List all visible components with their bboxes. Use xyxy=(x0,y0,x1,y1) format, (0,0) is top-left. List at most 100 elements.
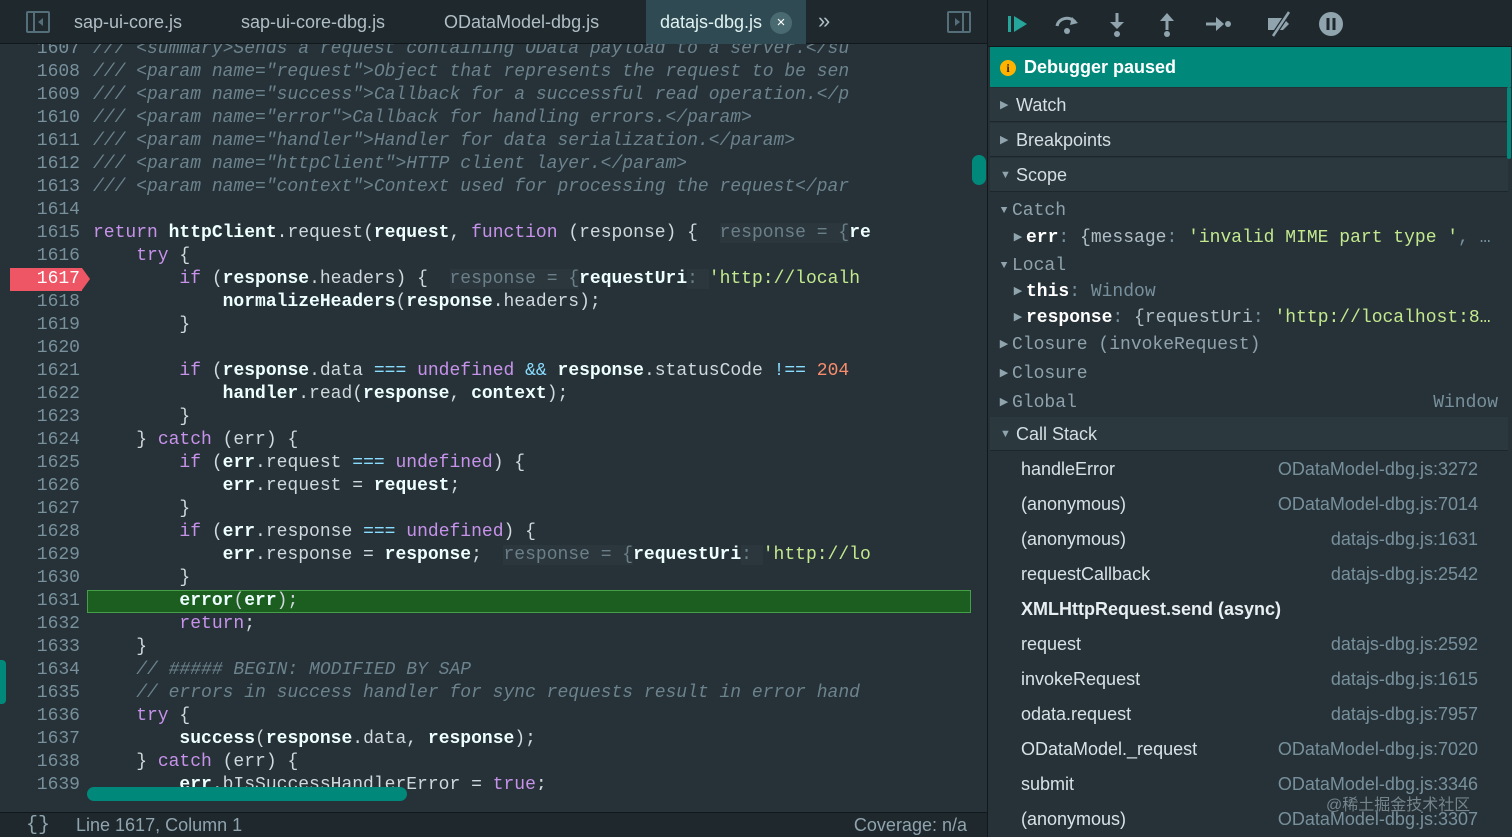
line-number[interactable]: 1639 xyxy=(10,774,82,790)
code-line[interactable]: 1611 /// <param name="handler">Handler fo… xyxy=(0,130,987,153)
resume-icon[interactable] xyxy=(1002,9,1032,39)
code-line[interactable]: 1636 try { xyxy=(0,705,987,728)
line-number[interactable]: 1630 xyxy=(10,567,82,590)
line-number[interactable]: 1624 xyxy=(10,429,82,452)
tab-odatamodel-dbg[interactable]: ODataModel-dbg.js xyxy=(430,0,613,44)
tab-datajs-dbg[interactable]: datajs-dbg.js × xyxy=(646,0,807,44)
scope-var-this[interactable]: ▶ this: Window xyxy=(990,279,1510,305)
code-line[interactable]: 1624 } catch (err) { xyxy=(0,429,987,452)
pause-on-exceptions-icon[interactable] xyxy=(1316,9,1346,39)
scope-var-err[interactable]: ▶ err: {message: 'invalid MIME part type … xyxy=(990,225,1510,251)
line-number[interactable]: 1613 xyxy=(10,176,82,199)
vertical-scrollbar[interactable] xyxy=(972,155,986,185)
call-frame[interactable]: (anonymous) datajs-dbg.js:1631 xyxy=(990,522,1508,557)
line-number[interactable]: 1627 xyxy=(10,498,82,521)
line-number[interactable]: 1637 xyxy=(10,728,82,751)
code-line[interactable]: 1634 // ##### BEGIN: MODIFIED BY SAP xyxy=(0,659,987,682)
scope-closure[interactable]: ▶ Closure xyxy=(990,361,1510,387)
code-line[interactable]: 1619 } xyxy=(0,314,987,337)
debugger-toggle-icon[interactable] xyxy=(947,11,971,33)
line-number[interactable]: 1607 xyxy=(10,44,82,61)
code-line[interactable]: 1612 /// <param name="httpClient">HTTP cl… xyxy=(0,153,987,176)
code-line[interactable]: 1631 error(err); xyxy=(0,590,987,613)
code-line[interactable]: 1622 handler.read(response, context); xyxy=(0,383,987,406)
step-into-icon[interactable] xyxy=(1102,9,1132,39)
line-number[interactable]: 1632 xyxy=(10,613,82,636)
code-line[interactable]: 1629 err.response = response; response =… xyxy=(0,544,987,567)
navigator-toggle-icon[interactable] xyxy=(26,11,50,33)
tab-sap-ui-core-dbg[interactable]: sap-ui-core-dbg.js xyxy=(227,0,399,44)
line-number[interactable]: 1611 xyxy=(10,130,82,153)
line-number[interactable]: 1623 xyxy=(10,406,82,429)
line-number[interactable]: 1625 xyxy=(10,452,82,475)
step-icon[interactable] xyxy=(1202,9,1232,39)
line-number[interactable]: 1609 xyxy=(10,84,82,107)
code-line[interactable]: 1638 } catch (err) { xyxy=(0,751,987,774)
call-frame[interactable]: request datajs-dbg.js:2592 xyxy=(990,627,1508,662)
close-icon[interactable]: × xyxy=(770,12,793,35)
line-number[interactable]: 1619 xyxy=(10,314,82,337)
line-number[interactable]: 1608 xyxy=(10,61,82,84)
line-number[interactable]: 1635 xyxy=(10,682,82,705)
pretty-print-button[interactable]: {} xyxy=(26,813,50,837)
line-number[interactable]: 1618 xyxy=(10,291,82,314)
line-number[interactable]: 1620 xyxy=(10,337,82,360)
code-line[interactable]: 1617 if (response.headers) { response = … xyxy=(0,268,987,291)
call-frame[interactable]: (anonymous) ODataModel-dbg.js:7014 xyxy=(990,487,1508,522)
step-over-icon[interactable] xyxy=(1052,9,1082,39)
line-number[interactable]: 1616 xyxy=(10,245,82,268)
line-number[interactable]: 1612 xyxy=(10,153,82,176)
line-number[interactable]: 1629 xyxy=(10,544,82,567)
code-line[interactable]: 1610 /// <param name="error">Callback for… xyxy=(0,107,987,130)
scope-var-response[interactable]: ▶ response: {requestUri: 'http://localhos… xyxy=(990,305,1510,331)
breakpoint-marker[interactable]: 1617 xyxy=(10,268,90,291)
code-line[interactable]: 1607 /// <summary>Sends a request contain… xyxy=(0,44,987,61)
line-number[interactable]: 1614 xyxy=(10,199,82,222)
code-line[interactable]: 1637 success(response.data, response); xyxy=(0,728,987,751)
scope-pane-header[interactable]: ▼ Scope xyxy=(990,158,1508,192)
line-number[interactable]: 1633 xyxy=(10,636,82,659)
code-line[interactable]: 1613 /// <param name="context">Context us… xyxy=(0,176,987,199)
code-line[interactable]: 1628 if (err.response === undefined) { xyxy=(0,521,987,544)
code-line[interactable]: 1633 } xyxy=(0,636,987,659)
code-line[interactable]: 1618 normalizeHeaders(response.headers); xyxy=(0,291,987,314)
breakpoints-pane-header[interactable]: ▶ Breakpoints xyxy=(990,123,1508,157)
debugger-scrollbar[interactable] xyxy=(1507,87,1511,159)
code-line[interactable]: 1620 xyxy=(0,337,987,360)
code-line[interactable]: 1625 if (err.request === undefined) { xyxy=(0,452,987,475)
code-line[interactable]: 1632 return; xyxy=(0,613,987,636)
line-number[interactable]: 1626 xyxy=(10,475,82,498)
scope-closure-invoke[interactable]: ▶ Closure (invokeRequest) xyxy=(990,332,1510,358)
horizontal-scrollbar[interactable] xyxy=(87,787,407,801)
code-line[interactable]: 1615 return httpClient.request(request, f… xyxy=(0,222,987,245)
call-frame[interactable]: requestCallback datajs-dbg.js:2542 xyxy=(990,557,1508,592)
step-out-icon[interactable] xyxy=(1152,9,1182,39)
scope-local[interactable]: ▼ Local xyxy=(990,253,1510,279)
code-line[interactable]: 1608 /// <param name="request">Object tha… xyxy=(0,61,987,84)
line-number[interactable]: 1638 xyxy=(10,751,82,774)
line-number[interactable]: 1634 xyxy=(10,659,82,682)
line-number[interactable]: 1636 xyxy=(10,705,82,728)
line-number[interactable]: 1622 xyxy=(10,383,82,406)
deactivate-breakpoints-icon[interactable] xyxy=(1265,9,1295,39)
code-line[interactable]: 1627 } xyxy=(0,498,987,521)
call-frame[interactable]: ODataModel._request ODataModel-dbg.js:702… xyxy=(990,732,1508,767)
code-line[interactable]: 1626 err.request = request; xyxy=(0,475,987,498)
code-line[interactable]: 1621 if (response.data === undefined && … xyxy=(0,360,987,383)
line-number[interactable]: 1628 xyxy=(10,521,82,544)
call-frame[interactable]: odata.request datajs-dbg.js:7957 xyxy=(990,697,1508,732)
watch-pane-header[interactable]: ▶ Watch xyxy=(990,88,1508,122)
line-number[interactable]: 1621 xyxy=(10,360,82,383)
code-line[interactable]: 1609 /// <param name="success">Callback f… xyxy=(0,84,987,107)
call-stack-pane-header[interactable]: ▼ Call Stack xyxy=(990,417,1508,451)
call-frame[interactable]: invokeRequest datajs-dbg.js:1615 xyxy=(990,662,1508,697)
code-line[interactable]: 1630 } xyxy=(0,567,987,590)
line-number[interactable]: 1615 xyxy=(10,222,82,245)
more-tabs-icon[interactable]: » xyxy=(818,0,830,44)
code-line[interactable]: 1623 } xyxy=(0,406,987,429)
code-line[interactable]: 1614 xyxy=(0,199,987,222)
code-line[interactable]: 1635 // errors in success handler for sy… xyxy=(0,682,987,705)
code-area[interactable]: 1607 /// <summary>Sends a request contain… xyxy=(0,44,987,790)
line-number[interactable]: 1610 xyxy=(10,107,82,130)
call-frame[interactable]: handleError ODataModel-dbg.js:3272 xyxy=(990,452,1508,487)
